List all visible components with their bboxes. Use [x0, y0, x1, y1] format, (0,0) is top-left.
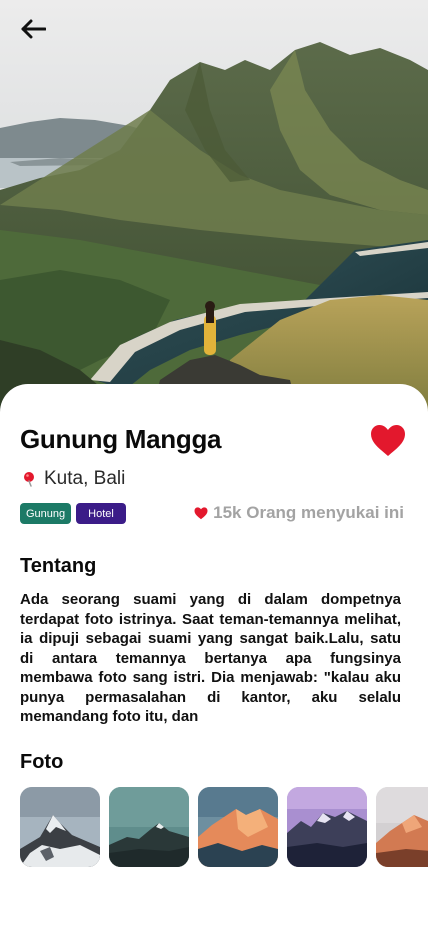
photo-purple-dusk: [287, 787, 367, 867]
likes-row: 15k Orang menyukai ini: [194, 503, 404, 523]
photo-heading: Foto: [20, 751, 64, 773]
favorite-button[interactable]: [370, 424, 410, 460]
photo-thumbnail[interactable]: [109, 787, 189, 867]
photo-gallery: [20, 787, 428, 867]
tag-list: Gunung Hotel: [20, 503, 126, 524]
arrow-left-icon: [21, 19, 46, 39]
photo-thumbnail[interactable]: [376, 787, 428, 867]
landscape-photo: [0, 0, 428, 420]
photo-teal-ridge: [109, 787, 189, 867]
location-row: Kuta, Bali: [22, 468, 125, 490]
photo-orange-cliff: [376, 787, 428, 867]
heart-small-icon: [194, 506, 208, 519]
photo-sunset-glow: [198, 787, 278, 867]
photo-thumbnail[interactable]: [287, 787, 367, 867]
likes-count: 15k Orang menyukai ini: [213, 503, 404, 522]
tag-gunung[interactable]: Gunung: [20, 503, 72, 524]
about-heading: Tentang: [20, 555, 97, 577]
location-label: Kuta, Bali: [44, 468, 126, 489]
map-pin-icon: [24, 472, 34, 487]
destination-title: Gunung Mangga: [20, 424, 222, 454]
about-text: Ada seorang suami yang di dalam dompetny…: [20, 591, 401, 725]
hero-image: [0, 0, 428, 420]
heart-icon: [371, 425, 405, 456]
photo-matterhorn: [20, 787, 100, 867]
tag-hotel[interactable]: Hotel: [76, 503, 126, 524]
photo-thumbnail[interactable]: [20, 787, 100, 867]
back-button[interactable]: [16, 14, 50, 44]
photo-thumbnail[interactable]: [198, 787, 278, 867]
detail-sheet: Gunung Mangga Kuta, Bali Gunung Hotel 15…: [0, 384, 428, 926]
